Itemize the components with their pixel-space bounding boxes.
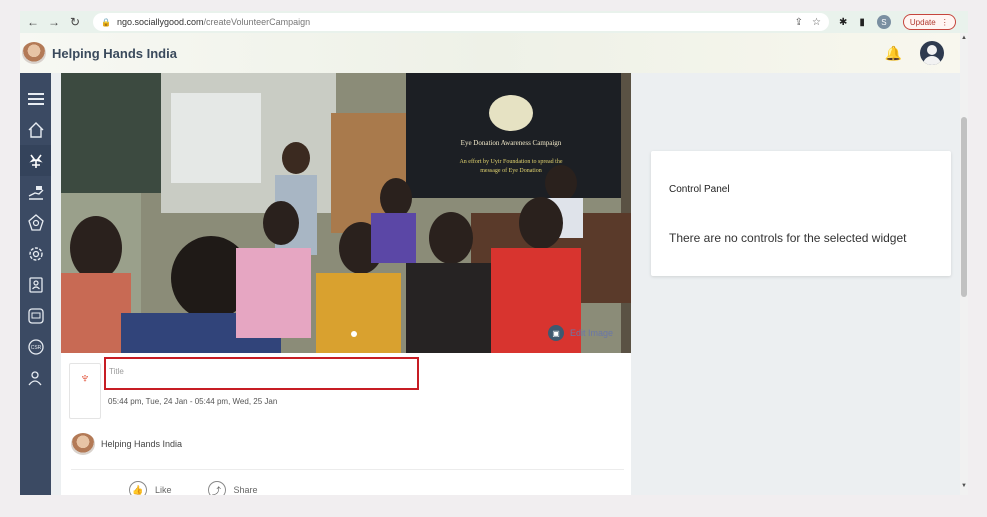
update-button[interactable]: Update ⋮ [902, 14, 956, 30]
settings-icon[interactable] [20, 238, 51, 269]
screen: ← → ↻ 🔒 ngo.sociallygood.com /createVolu… [0, 0, 987, 517]
control-panel-message: There are no controls for the selected w… [669, 231, 907, 245]
scroll-up-arrow-icon[interactable]: ▲ [961, 35, 967, 41]
user-avatar[interactable] [920, 41, 944, 65]
page-scrollbar[interactable]: ▲ ▼ [960, 33, 968, 495]
card-actions: 👍 Like ⤴ Share [129, 481, 258, 495]
scroll-down-arrow-icon[interactable]: ▼ [961, 483, 967, 489]
more-vert-icon: ⋮ [940, 17, 949, 27]
slide-subtitle-line2: message of Eye Donation [480, 167, 541, 174]
control-panel-title: Control Panel [669, 184, 730, 195]
org-logo [22, 42, 46, 64]
side-panel-icon[interactable]: ▮ [859, 17, 865, 28]
scroll-thumb[interactable] [961, 117, 967, 297]
edit-image-label: Edit Image [570, 328, 614, 338]
slide-title-text: Eye Donation Awareness Campaign [461, 139, 562, 147]
bookmark-star-icon[interactable]: ☆ [812, 17, 821, 28]
reload-icon[interactable]: ↻ [67, 14, 83, 30]
share-label: Share [233, 485, 258, 495]
app-header: Helping Hands India 🔔 [20, 33, 960, 73]
update-label: Update [909, 17, 936, 27]
campaign-type-thumb: ♆ [69, 363, 101, 419]
like-button[interactable]: 👍 Like [129, 481, 172, 495]
volunteer-icon[interactable] [20, 145, 51, 176]
url-host: ngo.sociallygood.com [116, 17, 204, 27]
divider [71, 469, 624, 470]
owner-name: Helping Hands India [101, 439, 183, 449]
contacts-icon[interactable] [20, 269, 51, 300]
svg-text:CSR: CSR [30, 345, 41, 351]
date-range[interactable]: 05:44 pm, Tue, 24 Jan - 05:44 pm, Wed, 2… [108, 397, 277, 406]
address-bar[interactable]: 🔒 ngo.sociallygood.com /createVolunteerC… [93, 13, 829, 31]
carousel-dot[interactable] [351, 331, 357, 337]
profile-avatar[interactable]: S [876, 15, 891, 29]
people-icon[interactable] [20, 362, 51, 393]
forward-arrow-icon[interactable]: → [46, 14, 62, 30]
menu-icon[interactable] [20, 83, 51, 114]
badge-icon[interactable] [20, 207, 51, 238]
thumbs-up-icon: 👍 [129, 481, 147, 495]
share-icon: ⤴ [207, 481, 226, 495]
donate-icon[interactable] [20, 176, 51, 207]
app-title: Helping Hands India [52, 45, 177, 61]
url-path: /createVolunteerCampaign [203, 17, 311, 27]
sidebar: CSR [20, 73, 51, 495]
slide-subtitle-line1: An effort by Uyir Foundation to spread t… [459, 158, 562, 165]
control-panel-area: Control Panel There are no controls for … [631, 73, 960, 495]
owner-logo [71, 433, 95, 455]
share-button[interactable]: ⤴ Share [207, 481, 258, 495]
campaign-cover-image: Eye Donation Awareness Campaign An effor… [61, 73, 631, 353]
lock-icon: 🔒 [101, 17, 111, 27]
home-icon[interactable] [20, 114, 51, 145]
control-panel: Control Panel There are no controls for … [651, 151, 951, 276]
notification-bell-icon[interactable]: 🔔 [885, 45, 902, 62]
page-viewport: Helping Hands India 🔔 CSR Eye Donation A… [20, 33, 968, 495]
back-arrow-icon[interactable]: ← [25, 14, 41, 30]
browser-toolbar: ← → ↻ 🔒 ngo.sociallygood.com /createVolu… [20, 11, 968, 33]
extensions-puzzle-icon[interactable]: ✱ [839, 17, 847, 28]
ngo-icon[interactable] [20, 300, 51, 331]
campaign-owner: Helping Hands India [71, 433, 182, 455]
title-input[interactable]: Title [104, 357, 419, 390]
volunteer-mark-icon: ♆ [79, 370, 91, 387]
csr-icon[interactable]: CSR [20, 331, 51, 362]
campaign-card: Eye Donation Awareness Campaign An effor… [61, 73, 631, 495]
edit-image-button[interactable]: ▣ Edit Image [548, 325, 613, 341]
share-page-icon[interactable]: ⇪ [795, 17, 803, 28]
image-icon: ▣ [548, 325, 564, 341]
campaign-details: ♆ Title 05:44 pm, Tue, 24 Jan - 05:44 pm… [61, 353, 631, 495]
like-label: Like [155, 485, 172, 495]
